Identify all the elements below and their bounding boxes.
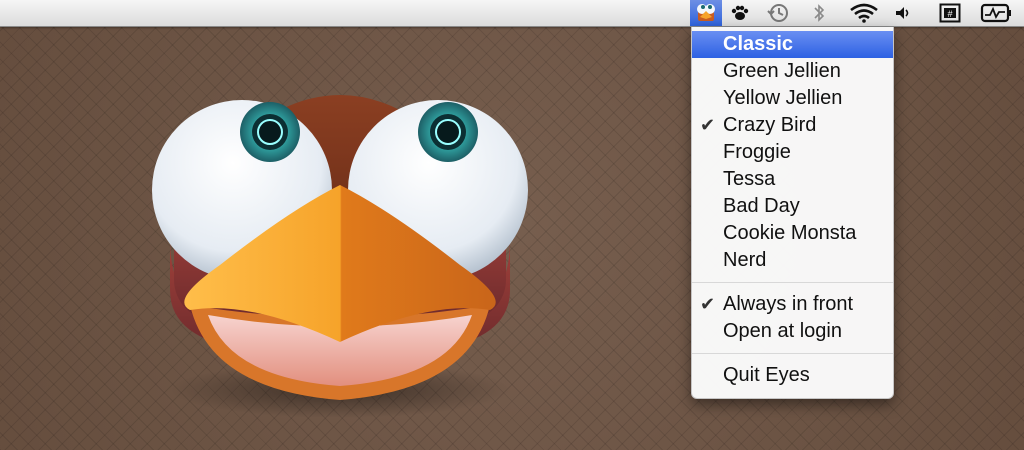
menu-item-cookie-monsta[interactable]: Cookie Monsta (692, 220, 893, 247)
menu-item-label: Yellow Jellien (723, 87, 843, 109)
menu-item-label: Classic (723, 33, 794, 55)
menu-item-classic[interactable]: ✔ Classic (692, 31, 893, 58)
checkmark-icon: ✔ (700, 115, 716, 135)
menu-item-label: Always in front (723, 293, 854, 315)
menu-item-label: Open at login (723, 320, 842, 342)
menu-item-label: Quit Eyes (723, 364, 810, 386)
menu-item-open-at-login[interactable]: Open at login (692, 318, 893, 345)
menu-item-label: Bad Day (723, 195, 800, 217)
crazy-bird-eyes[interactable] (130, 60, 550, 440)
input-menu-icon[interactable]: # (934, 0, 966, 26)
bluetooth-icon[interactable] (808, 0, 830, 26)
menu-item-label: Froggie (723, 141, 791, 163)
wifi-icon[interactable] (846, 0, 882, 26)
eyes-dropdown-menu: ✔ Classic Green Jellien Yellow Jellien ✔… (691, 27, 894, 399)
menu-item-always-in-front[interactable]: ✔ Always in front (692, 291, 893, 318)
menu-item-froggie[interactable]: Froggie (692, 139, 893, 166)
paw-icon[interactable] (728, 0, 752, 26)
menu-bar: # (0, 0, 1024, 27)
menu-item-label: Crazy Bird (723, 114, 817, 136)
checkmark-icon: ✔ (700, 294, 716, 314)
menu-item-nerd[interactable]: Nerd (692, 247, 893, 274)
time-machine-icon[interactable] (764, 0, 792, 26)
svg-text:#: # (947, 9, 952, 19)
menu-item-label: Nerd (723, 249, 767, 271)
menu-item-crazy-bird[interactable]: ✔ Crazy Bird (692, 112, 893, 139)
menu-item-tessa[interactable]: Tessa (692, 166, 893, 193)
activity-monitor-icon[interactable] (976, 0, 1016, 26)
menu-item-yellow-jellien[interactable]: Yellow Jellien (692, 85, 893, 112)
menu-item-label: Cookie Monsta (723, 222, 857, 244)
menu-item-label: Tessa (723, 168, 776, 190)
menu-separator (692, 353, 893, 354)
eyes-app-icon[interactable] (690, 0, 722, 26)
volume-icon[interactable] (892, 0, 914, 26)
menu-item-quit-eyes[interactable]: Quit Eyes (692, 362, 893, 389)
menu-item-label: Green Jellien (723, 60, 841, 82)
menu-item-green-jellien[interactable]: Green Jellien (692, 58, 893, 85)
menu-item-bad-day[interactable]: Bad Day (692, 193, 893, 220)
menu-separator (692, 282, 893, 283)
